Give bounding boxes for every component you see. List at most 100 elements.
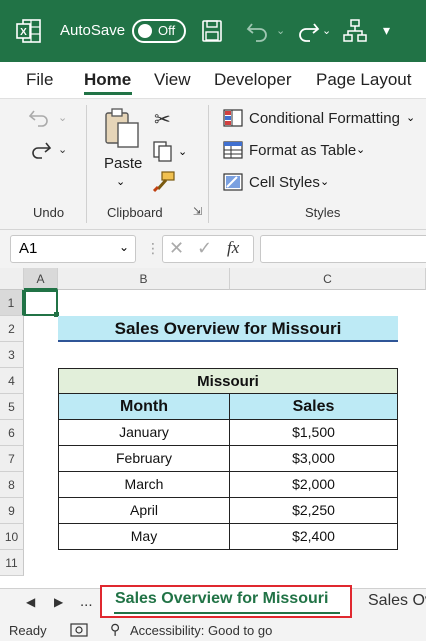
scroll-right-icon[interactable]: ▶ bbox=[54, 595, 63, 609]
cell-styles-icon bbox=[223, 173, 243, 191]
worksheet-grid: A B C 1 2 3 4 5 6 7 8 9 10 11 Sales Over… bbox=[0, 268, 426, 588]
column-header-b[interactable]: B bbox=[58, 268, 230, 290]
ribbon-undo-dropdown-icon[interactable]: ⌄ bbox=[58, 111, 67, 124]
tab-page-layout[interactable]: Page Layout bbox=[316, 70, 411, 90]
sheet-tab-bar: ◀ ▶ ... Sales Overview for Missouri Sale… bbox=[0, 585, 426, 618]
cut-icon[interactable]: ✂ bbox=[154, 107, 171, 132]
row-header[interactable]: 10 bbox=[0, 524, 24, 550]
redo-dropdown-icon[interactable]: ⌄ bbox=[322, 24, 331, 37]
active-tab-indicator bbox=[84, 92, 132, 95]
name-box-dropdown-icon[interactable]: ⌄ bbox=[119, 240, 129, 254]
clipboard-group-label: Clipboard bbox=[107, 205, 163, 220]
month-cell: February bbox=[58, 446, 230, 472]
accessibility-status[interactable]: Accessibility: Good to go bbox=[130, 623, 272, 638]
column-header-c[interactable]: C bbox=[230, 268, 426, 290]
format-painter-icon[interactable] bbox=[152, 171, 176, 193]
paste-dropdown-icon[interactable]: ⌄ bbox=[116, 175, 125, 188]
excel-icon: X bbox=[16, 19, 41, 43]
format-as-table-icon bbox=[223, 141, 243, 159]
scroll-left-icon[interactable]: ◀ bbox=[26, 595, 35, 609]
formula-bar: A1 ⌄ ⋮ ✕ ✓ fx bbox=[0, 230, 426, 268]
copy-icon[interactable] bbox=[152, 141, 176, 163]
ribbon-redo-dropdown-icon[interactable]: ⌄ bbox=[58, 143, 67, 156]
row-header[interactable]: 6 bbox=[0, 420, 24, 446]
formula-input[interactable] bbox=[260, 235, 426, 263]
active-sheet-underline bbox=[114, 612, 340, 614]
row-header[interactable]: 11 bbox=[0, 550, 24, 576]
sales-cell: $2,400 bbox=[229, 524, 398, 550]
conditional-formatting-dropdown-icon[interactable]: ⌄ bbox=[406, 111, 415, 124]
row-header[interactable]: 5 bbox=[0, 394, 24, 420]
sales-cell: $2,000 bbox=[229, 472, 398, 498]
redo-icon[interactable] bbox=[296, 20, 320, 42]
customize-toolbar-icon[interactable]: ▾ bbox=[383, 22, 390, 39]
row-header[interactable]: 9 bbox=[0, 498, 24, 524]
column-label-sales: Sales bbox=[229, 394, 398, 420]
save-icon[interactable] bbox=[202, 20, 222, 42]
status-bar: Ready ⚲ Accessibility: Good to go bbox=[0, 618, 426, 641]
undo-icon[interactable] bbox=[246, 20, 272, 42]
conditional-formatting-button[interactable]: Conditional Formatting bbox=[249, 110, 400, 127]
org-chart-icon[interactable] bbox=[343, 19, 367, 43]
ribbon-redo-icon[interactable] bbox=[28, 141, 52, 161]
paste-icon[interactable] bbox=[104, 107, 140, 149]
toggle-knob bbox=[138, 24, 152, 38]
row-header[interactable]: 3 bbox=[0, 342, 24, 368]
name-box[interactable]: A1 ⌄ bbox=[10, 235, 136, 263]
row-header[interactable]: 8 bbox=[0, 472, 24, 498]
group-divider bbox=[86, 105, 87, 223]
autosave-label: AutoSave bbox=[60, 22, 126, 39]
cell-styles-button[interactable]: Cell Styles bbox=[249, 174, 320, 191]
formula-buttons: ✕ ✓ fx bbox=[162, 235, 254, 263]
svg-text:X: X bbox=[20, 27, 27, 38]
paste-label[interactable]: Paste bbox=[104, 155, 142, 172]
tab-developer[interactable]: Developer bbox=[214, 70, 292, 90]
selected-cell-a1[interactable] bbox=[24, 290, 58, 316]
status-ready: Ready bbox=[9, 623, 47, 638]
name-box-value: A1 bbox=[19, 240, 38, 257]
sales-cell: $3,000 bbox=[229, 446, 398, 472]
title-bar: X AutoSave Off ⌄ ⌄ ▾ bbox=[0, 0, 426, 62]
cancel-icon[interactable]: ✕ bbox=[169, 238, 184, 259]
column-header-a[interactable]: A bbox=[24, 268, 58, 290]
month-cell: April bbox=[58, 498, 230, 524]
tab-home[interactable]: Home bbox=[84, 70, 131, 90]
copy-dropdown-icon[interactable]: ⌄ bbox=[178, 145, 187, 158]
macro-record-icon[interactable] bbox=[70, 623, 88, 637]
sheet-tab-active[interactable]: Sales Overview for Missouri bbox=[100, 585, 352, 618]
month-cell: January bbox=[58, 420, 230, 446]
tab-file[interactable]: File bbox=[26, 70, 53, 90]
cell-styles-dropdown-icon[interactable]: ⌄ bbox=[320, 175, 329, 188]
ribbon: ⌄ ⌄ Undo Paste ⌄ ✂ ⌄ Clipboard ⇲ Conditi… bbox=[0, 98, 426, 230]
formula-bar-handle-icon[interactable]: ⋮ bbox=[146, 240, 160, 257]
column-label-month: Month bbox=[58, 394, 230, 420]
row-header[interactable]: 1 bbox=[0, 290, 24, 316]
row-header[interactable]: 7 bbox=[0, 446, 24, 472]
active-sheet-label: Sales Overview for Missouri bbox=[115, 590, 329, 607]
month-cell: May bbox=[58, 524, 230, 550]
select-all-corner[interactable] bbox=[0, 268, 24, 290]
format-as-table-dropdown-icon[interactable]: ⌄ bbox=[356, 143, 365, 156]
sales-cell: $2,250 bbox=[229, 498, 398, 524]
sheet-title: Sales Overview for Missouri bbox=[58, 316, 398, 342]
accessibility-icon[interactable]: ⚲ bbox=[110, 621, 120, 638]
month-cell: March bbox=[58, 472, 230, 498]
ribbon-undo-icon[interactable] bbox=[28, 109, 52, 129]
autosave-toggle[interactable]: Off bbox=[132, 19, 186, 43]
ribbon-tabs: File Home View Developer Page Layout bbox=[0, 62, 426, 98]
table-header-missouri: Missouri bbox=[58, 368, 398, 394]
more-sheets-button[interactable]: ... bbox=[80, 593, 93, 610]
styles-group-label: Styles bbox=[305, 205, 341, 220]
undo-dropdown-icon[interactable]: ⌄ bbox=[276, 24, 285, 37]
format-as-table-button[interactable]: Format as Table bbox=[249, 142, 356, 159]
tab-view[interactable]: View bbox=[154, 70, 191, 90]
dialog-launcher-icon[interactable]: ⇲ bbox=[193, 205, 202, 218]
group-divider bbox=[208, 105, 209, 223]
sheet-tab-next[interactable]: Sales Ov bbox=[368, 592, 426, 610]
enter-icon[interactable]: ✓ bbox=[197, 238, 212, 259]
insert-function-icon[interactable]: fx bbox=[227, 238, 239, 258]
undo-group-label: Undo bbox=[33, 205, 65, 220]
sales-cell: $1,500 bbox=[229, 420, 398, 446]
row-header[interactable]: 4 bbox=[0, 368, 24, 394]
row-header[interactable]: 2 bbox=[0, 316, 24, 342]
